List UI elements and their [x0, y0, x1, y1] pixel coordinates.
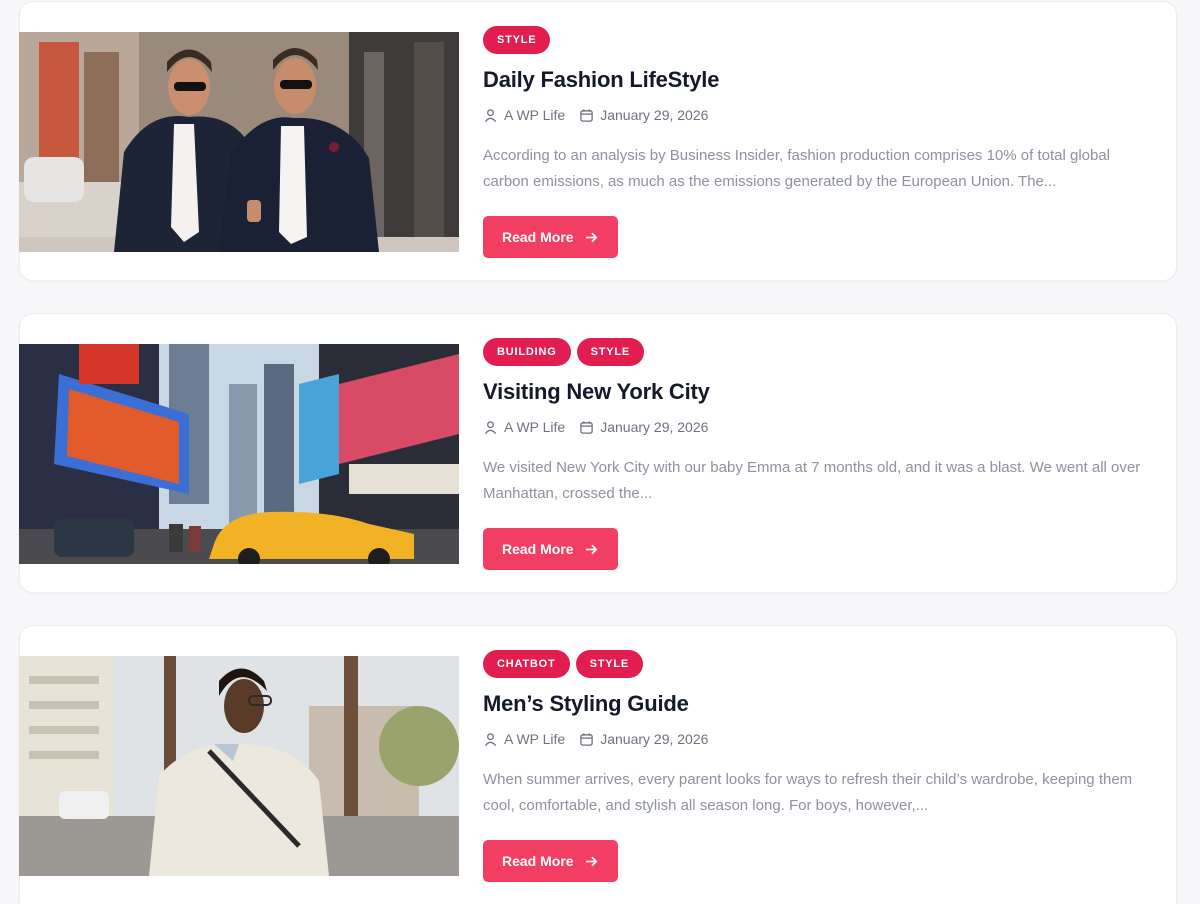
date-text: January 29, 2026: [600, 419, 709, 435]
post-meta: A WP Life January 29, 2026: [483, 418, 1152, 436]
calendar-icon: [580, 420, 593, 434]
new-york-photo: [19, 344, 459, 564]
post-excerpt: We visited New York City with our baby E…: [483, 459, 1141, 502]
author-name: A WP Life: [504, 419, 566, 435]
tag-style[interactable]: STYLE: [575, 650, 644, 678]
tag-building[interactable]: BUILDING: [483, 338, 571, 366]
read-more-button[interactable]: Read More: [483, 216, 618, 258]
post-card: BUILDING STYLE Visiting New York City A …: [19, 313, 1177, 593]
post-meta: A WP Life January 29, 2026: [483, 730, 1152, 748]
post-list: STYLE Daily Fashion LifeStyle A WP Life …: [0, 0, 1200, 904]
post-content: BUILDING STYLE Visiting New York City A …: [483, 338, 1152, 570]
post-author[interactable]: A WP Life: [483, 107, 565, 123]
user-icon: [484, 108, 497, 122]
post-thumbnail[interactable]: [19, 344, 459, 564]
calendar-icon: [580, 108, 593, 122]
read-more-label: Read More: [502, 229, 574, 245]
read-more-label: Read More: [502, 853, 574, 869]
post-card: STYLE Daily Fashion LifeStyle A WP Life …: [19, 1, 1177, 281]
post-title[interactable]: Daily Fashion LifeStyle: [483, 66, 1152, 94]
date-text: January 29, 2026: [600, 731, 709, 747]
tag-style[interactable]: STYLE: [483, 26, 551, 54]
post-meta: A WP Life January 29, 2026: [483, 106, 1152, 124]
post-tags: CHATBOT STYLE: [483, 650, 1152, 678]
author-name: A WP Life: [504, 107, 566, 123]
post-author[interactable]: A WP Life: [483, 419, 565, 435]
post-date: January 29, 2026: [579, 107, 708, 123]
tag-style[interactable]: STYLE: [576, 338, 645, 366]
calendar-icon: [580, 732, 593, 746]
tag-chatbot[interactable]: CHATBOT: [483, 650, 570, 678]
user-icon: [484, 420, 497, 434]
post-card: CHATBOT STYLE Men’s Styling Guide A WP L…: [19, 625, 1177, 904]
arrow-right-icon: [585, 856, 597, 866]
styling-guide-photo: [19, 656, 459, 876]
post-date: January 29, 2026: [579, 731, 708, 747]
read-more-label: Read More: [502, 541, 574, 557]
author-name: A WP Life: [504, 731, 566, 747]
post-thumbnail[interactable]: [19, 656, 459, 876]
post-author[interactable]: A WP Life: [483, 731, 565, 747]
fashion-photo: [19, 32, 459, 252]
post-tags: BUILDING STYLE: [483, 338, 1152, 366]
arrow-right-icon: [585, 544, 597, 554]
post-tags: STYLE: [483, 26, 1152, 54]
arrow-right-icon: [585, 232, 597, 242]
post-content: CHATBOT STYLE Men’s Styling Guide A WP L…: [483, 650, 1152, 882]
post-thumbnail[interactable]: [19, 32, 459, 252]
read-more-button[interactable]: Read More: [483, 840, 618, 882]
date-text: January 29, 2026: [600, 107, 709, 123]
post-excerpt: According to an analysis by Business Ins…: [483, 147, 1111, 190]
post-title[interactable]: Men’s Styling Guide: [483, 690, 1152, 718]
user-icon: [484, 732, 497, 746]
post-date: January 29, 2026: [579, 419, 708, 435]
post-excerpt: When summer arrives, every parent looks …: [483, 771, 1133, 814]
read-more-button[interactable]: Read More: [483, 528, 618, 570]
post-title[interactable]: Visiting New York City: [483, 378, 1152, 406]
post-content: STYLE Daily Fashion LifeStyle A WP Life …: [483, 26, 1152, 258]
